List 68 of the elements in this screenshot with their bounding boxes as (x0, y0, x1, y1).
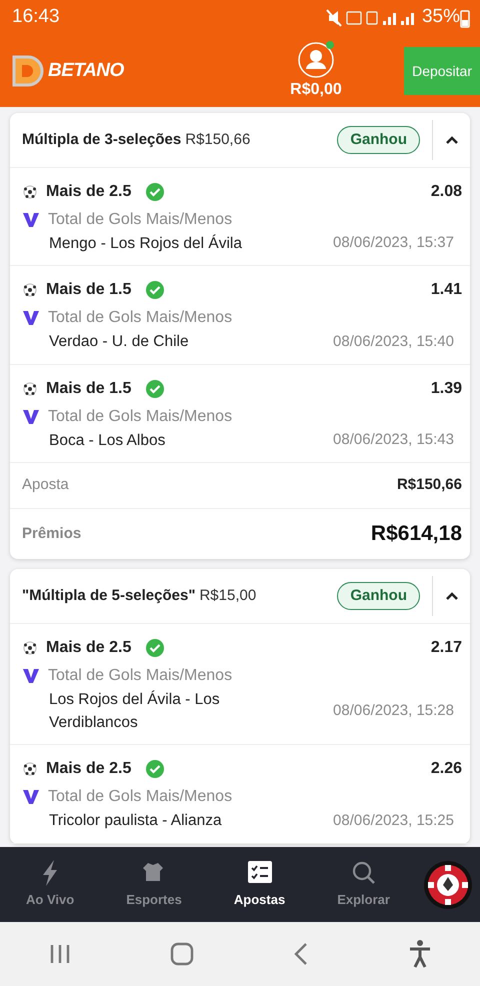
market-name: Total de Gols Mais/Menos (48, 308, 232, 328)
selection-pick: Mais de 2.5 (46, 638, 132, 658)
summary-label: Prêmios (22, 524, 82, 544)
odds-value: 1.39 (430, 378, 462, 398)
balance-amount: R$0,00 (290, 80, 342, 100)
match-name: Verdao - U. de Chile (49, 332, 189, 352)
nav-tab[interactable]: Esportes (100, 847, 208, 922)
v-logo-icon (22, 789, 40, 806)
match-date: 08/06/2023, 15:43 (333, 430, 454, 450)
soccer-ball-icon (22, 282, 38, 298)
match-name: Boca - Los Albos (49, 430, 166, 450)
search-icon (350, 860, 377, 886)
selection-pick: Mais de 2.5 (46, 182, 132, 202)
bet-title: Múltipla de 3-seleções (22, 130, 182, 150)
match-date: 08/06/2023, 15:40 (333, 332, 454, 352)
odds-value: 2.08 (430, 182, 462, 202)
v-logo-icon (22, 310, 40, 326)
market-name: Total de Gols Mais/Menos (48, 787, 232, 808)
market-name: Total de Gols Mais/Menos (48, 666, 232, 686)
mute-icon (326, 8, 342, 26)
bet-title: "Múltipla de 5-seleções" (22, 586, 196, 606)
bet-amount: R$150,66 (185, 130, 250, 150)
summary-label: Aposta (22, 475, 69, 495)
logo-text: BETANO (48, 58, 124, 83)
market-name: Total de Gols Mais/Menos (48, 406, 232, 426)
status-badge: Ganhou (337, 582, 420, 610)
match-date: 08/06/2023, 15:28 (333, 700, 454, 721)
match-name: Tricolor paulista - Alianza (49, 811, 222, 832)
selection-pick: Mais de 1.5 (46, 378, 132, 398)
chevron-icon[interactable] (444, 590, 458, 601)
signal-icon (382, 10, 396, 24)
soccer-ball-icon (22, 184, 38, 200)
odds-value: 1.41 (430, 280, 462, 300)
battery-percent: 35% (422, 5, 460, 30)
deposit-button[interactable]: Depositar (404, 47, 480, 95)
soccer-ball-icon (22, 380, 38, 396)
selection-pick: Mais de 1.5 (46, 280, 132, 300)
checklist-icon (246, 860, 273, 886)
market-name: Total de Gols Mais/Menos (48, 210, 232, 230)
nav-tab[interactable]: Apostas (208, 847, 312, 922)
home-icon[interactable] (168, 941, 195, 967)
v-logo-icon (22, 212, 40, 228)
nav-tab[interactable]: Ao Vivo (0, 847, 100, 922)
odds-value: 2.26 (430, 759, 462, 780)
status-time: 16:43 (12, 5, 60, 30)
match-date: 08/06/2023, 15:37 (333, 233, 454, 254)
lightning-icon (42, 860, 58, 886)
bet-amount: R$15,00 (199, 586, 256, 606)
selection-pick: Mais de 2.5 (46, 759, 132, 780)
v-logo-icon (22, 668, 40, 684)
soccer-ball-icon (22, 761, 38, 778)
summary-value: R$614,18 (370, 521, 462, 547)
logo-icon (10, 53, 44, 89)
signal-icon (400, 10, 414, 24)
status-badge: Ganhou (337, 126, 420, 154)
accessibility-icon[interactable] (408, 939, 432, 969)
match-date: 08/06/2023, 15:25 (333, 810, 454, 831)
account-icon[interactable] (296, 40, 335, 78)
odds-value: 2.17 (430, 638, 462, 658)
v-logo-icon (22, 408, 40, 424)
match-name: Mengo - Los Rojos del Ávila (49, 234, 242, 254)
battery-icon (460, 8, 470, 28)
chevron-icon[interactable] (444, 135, 458, 145)
summary-value: R$150,66 (396, 475, 462, 495)
casino-chip-icon[interactable] (422, 860, 473, 910)
soccer-ball-icon (22, 640, 38, 656)
nav-tab[interactable]: Explorar (311, 847, 416, 922)
match-name: Los Rojos del Ávila - Los Verdiblancos (49, 690, 221, 733)
